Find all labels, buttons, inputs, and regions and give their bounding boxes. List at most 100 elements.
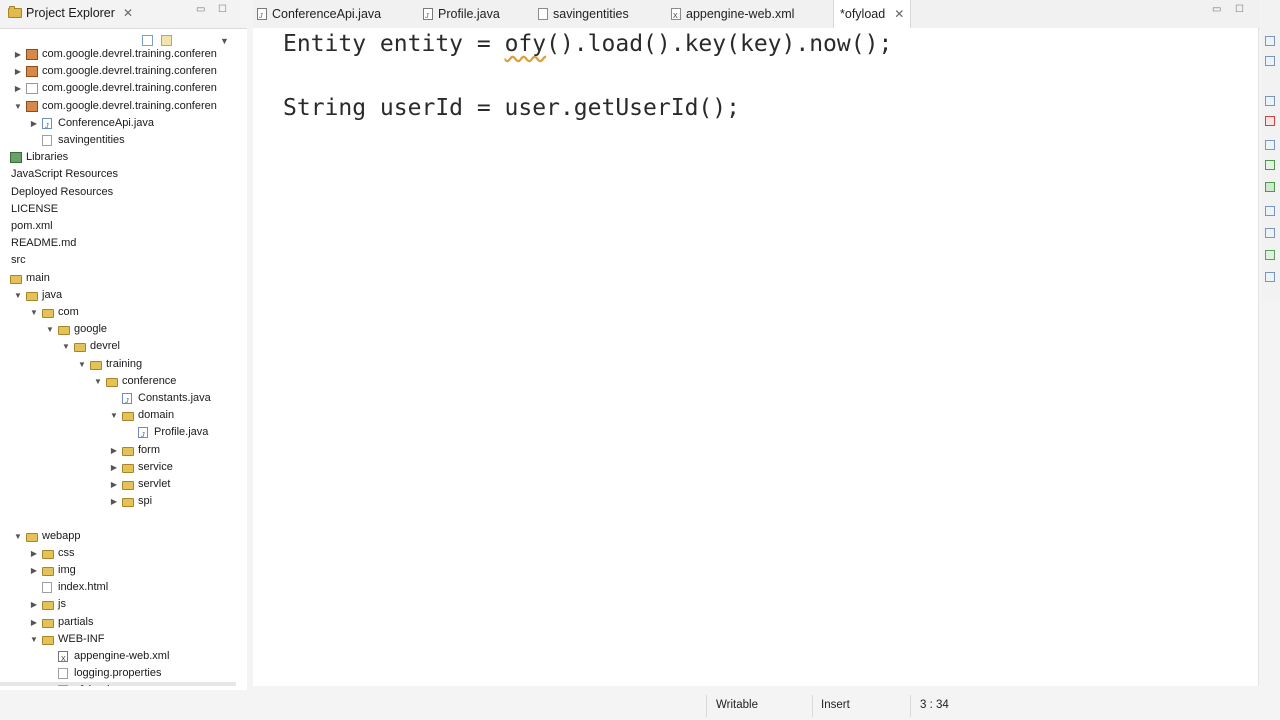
tree-item-partials[interactable]: ▶ partials — [0, 614, 236, 631]
link-with-editor-icon[interactable] — [161, 35, 172, 46]
tree-item-google[interactable]: ▼ google — [0, 321, 236, 338]
tree-item-label: pom.xml — [11, 220, 53, 232]
tree-item-appengine-web-xml[interactable]: Xappengine-web.xml — [0, 648, 236, 665]
close-icon[interactable]: ✕ — [123, 6, 133, 20]
folder-icon — [122, 498, 134, 508]
expanded-twisty-icon[interactable]: ▼ — [77, 356, 87, 373]
collapsed-twisty-icon[interactable]: ▶ — [109, 476, 119, 493]
project-explorer-icon — [8, 6, 22, 18]
tree-item-com-google-devrel-training-conferen[interactable]: ▶ com.google.devrel.training.conferen — [0, 46, 236, 63]
tab-conferenceapi-java[interactable]: ConferenceApi.java — [257, 0, 381, 31]
expanded-twisty-icon[interactable]: ▼ — [109, 407, 119, 424]
tree-item-index-html[interactable]: index.html — [0, 579, 236, 596]
editor-minimize-icon[interactable]: ▭ — [1212, 4, 1221, 15]
tab-ofyload[interactable]: *ofyload ✕ — [833, 0, 912, 28]
maximize-view-icon[interactable]: ☐ — [218, 4, 227, 15]
tree-item-com[interactable]: ▼ com — [0, 304, 236, 321]
tree-item-service[interactable]: ▶ service — [0, 459, 236, 476]
tree-item-profile-java[interactable]: J Profile.java — [0, 424, 236, 441]
tree-item-servlet[interactable]: ▶ servlet — [0, 476, 236, 493]
history-view-icon[interactable] — [1265, 272, 1275, 282]
tree-item-readme-md[interactable]: README.md — [0, 235, 236, 252]
outline-view-icon[interactable] — [1265, 36, 1275, 46]
tree-item-deployed-resources[interactable]: Deployed Resources — [0, 184, 236, 201]
console-view-icon[interactable] — [1265, 140, 1275, 150]
tree-item-constants-java[interactable]: J Constants.java — [0, 390, 236, 407]
tree-item-css[interactable]: ▶ css — [0, 545, 236, 562]
tree-item-label: LICENSE — [11, 202, 59, 215]
expanded-twisty-icon[interactable]: ▼ — [45, 321, 55, 338]
expanded-twisty-icon[interactable]: ▼ — [13, 98, 23, 115]
tree-item-conferenceapi-java[interactable]: ▶ J ConferenceApi.java — [0, 115, 236, 132]
properties-view-icon[interactable] — [1265, 206, 1275, 216]
text-editor[interactable]: Entity entity = ofy().load().key(key).no… — [253, 28, 1259, 686]
error-log-icon[interactable] — [1265, 116, 1275, 126]
tree-item-label: com — [58, 306, 79, 318]
collapsed-twisty-icon[interactable]: ▶ — [13, 80, 23, 97]
xml-file-icon — [671, 3, 681, 31]
tree-item-com-google-devrel-training-conferen[interactable]: ▶ com.google.devrel.training.conferen — [0, 63, 236, 80]
minimize-view-icon[interactable]: ▭ — [196, 4, 205, 15]
tree-item-com-google-devrel-training-conferen[interactable]: ▶ com.google.devrel.training.conferen — [0, 80, 236, 97]
tree-item-spi[interactable]: ▶ spi — [0, 493, 236, 510]
tree-item-conference[interactable]: ▼ conference — [0, 373, 236, 390]
project-explorer-tab[interactable]: Project Explorer ✕ — [8, 6, 133, 20]
expanded-twisty-icon[interactable]: ▼ — [29, 304, 39, 321]
tree-item-src[interactable]: src — [0, 252, 236, 269]
tree-item-java[interactable]: ▼ java — [0, 287, 236, 304]
close-tab-icon[interactable]: ✕ — [894, 0, 904, 28]
collapse-all-icon[interactable] — [142, 35, 153, 46]
search-view-icon[interactable] — [1265, 228, 1275, 238]
collapsed-twisty-icon[interactable]: ▶ — [109, 459, 119, 476]
progress-view-icon[interactable] — [1265, 250, 1275, 260]
expanded-twisty-icon[interactable]: ▼ — [13, 287, 23, 304]
collapsed-twisty-icon[interactable]: ▶ — [13, 46, 23, 63]
tree-item-js[interactable]: ▶ js — [0, 596, 236, 613]
expanded-twisty-icon[interactable]: ▼ — [61, 338, 71, 355]
collapsed-twisty-icon[interactable]: ▶ — [109, 442, 119, 459]
task-list-icon[interactable] — [1265, 56, 1275, 66]
expanded-twisty-icon[interactable]: ▼ — [29, 631, 39, 648]
tree-item-savingentities[interactable]: savingentities — [0, 132, 236, 149]
collapsed-twisty-icon[interactable]: ▶ — [29, 562, 39, 579]
collapsed-twisty-icon[interactable]: ▶ — [29, 545, 39, 562]
collapsed-twisty-icon[interactable]: ▶ — [29, 596, 39, 613]
tree-item-web-inf[interactable]: ▼ WEB-INF — [0, 631, 236, 648]
tree-item-license[interactable]: LICENSE — [0, 201, 236, 218]
tree-item-training[interactable]: ▼ training — [0, 356, 236, 373]
expanded-twisty-icon[interactable]: ▼ — [13, 528, 23, 545]
tree-item-domain[interactable]: ▼ domain — [0, 407, 236, 424]
problems-view-icon[interactable] — [1265, 96, 1275, 106]
run-icon[interactable] — [1265, 160, 1275, 170]
tree-item-label: domain — [138, 409, 175, 422]
collapsed-twisty-icon[interactable]: ▶ — [109, 493, 119, 510]
tree-item-label: Deployed Resources — [11, 185, 114, 198]
tree-item-img[interactable]: ▶ img — [0, 562, 236, 579]
tree-item-com-google-devrel-training-conferen[interactable]: ▼ com.google.devrel.training.conferen — [0, 98, 236, 115]
collapsed-twisty-icon[interactable]: ▶ — [29, 115, 39, 132]
tab-profile-java[interactable]: Profile.java — [423, 0, 500, 31]
tab-appengine-web-xml[interactable]: appengine-web.xml — [671, 0, 794, 31]
collapsed-twisty-icon[interactable]: ▶ — [29, 614, 39, 631]
view-menu-icon[interactable]: ▼ — [220, 36, 229, 46]
tree-item-libraries[interactable]: Libraries — [0, 149, 236, 166]
collapsed-twisty-icon[interactable]: ▶ — [13, 63, 23, 80]
tree-item-logging-properties[interactable]: logging.properties — [0, 665, 236, 682]
tab-label: *ofyload — [840, 7, 886, 21]
tree-item-ofyload[interactable]: ofyload — [0, 682, 236, 686]
tree-item-main[interactable]: main — [0, 270, 236, 287]
tab-savingentities[interactable]: savingentities — [538, 0, 629, 28]
expanded-twisty-icon[interactable]: ▼ — [93, 373, 103, 390]
tree-item-javascript-resources[interactable]: JavaScript Resources — [0, 166, 236, 183]
tree-item-pom-xml[interactable]: pom.xml — [0, 218, 236, 235]
right-trim-toolbar — [1262, 0, 1280, 300]
editor-maximize-icon[interactable]: ☐ — [1235, 4, 1244, 15]
servers-view-icon[interactable] — [1265, 182, 1275, 192]
editor-tab-bar: ConferenceApi.java Profile.java savingenti… — [253, 0, 1260, 31]
project-tree: ▶ com.google.devrel.training.conferen ▶ com… — [0, 46, 247, 686]
tree-item-devrel[interactable]: ▼ devrel — [0, 338, 236, 355]
tree-item-form[interactable]: ▶ form — [0, 442, 236, 459]
tree-item-blank[interactable] — [0, 510, 236, 527]
tree-item-label: JavaScript Resources — [11, 168, 118, 181]
tree-item-webapp[interactable]: ▼ webapp — [0, 528, 236, 545]
